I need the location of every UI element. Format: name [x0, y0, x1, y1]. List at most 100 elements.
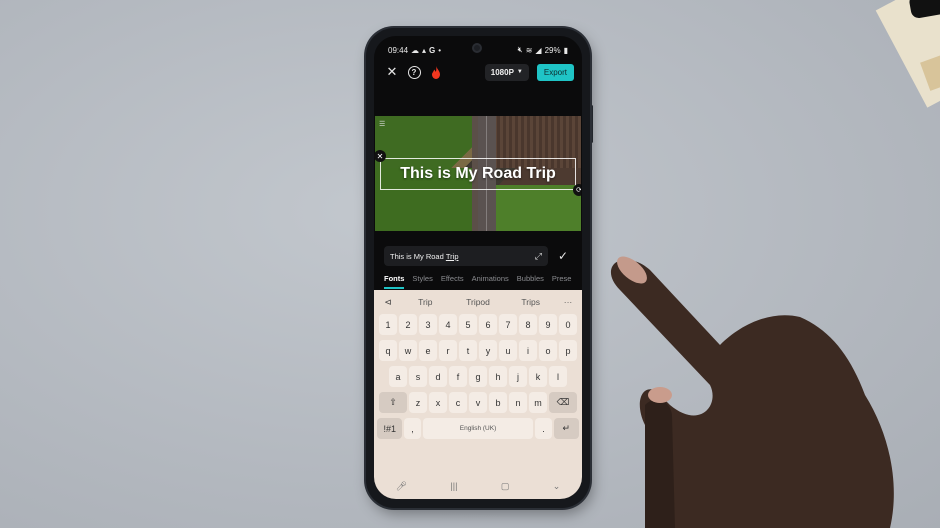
tab-fonts[interactable]: Fonts	[384, 272, 405, 290]
clock: 09:44	[388, 45, 409, 55]
key[interactable]: 0	[559, 314, 577, 335]
key-row-1: q w e r t y u i o p	[377, 340, 579, 361]
key[interactable]: 1	[379, 314, 397, 335]
tab-bubbles[interactable]: Bubbles	[517, 272, 544, 290]
confirm-button[interactable]: ✓	[552, 249, 574, 263]
key[interactable]: 3	[419, 314, 437, 335]
key[interactable]: s	[409, 366, 427, 387]
battery-level: 29%	[544, 45, 561, 55]
key[interactable]: n	[509, 392, 527, 413]
text-overlay-box[interactable]: This is My Road Trip	[380, 158, 576, 190]
key[interactable]: i	[519, 340, 537, 361]
key[interactable]: y	[479, 340, 497, 361]
key[interactable]: x	[429, 392, 447, 413]
keyboard-toolbar-back-icon[interactable]: ⊲	[377, 297, 399, 308]
rotate-handle-icon[interactable]: ⟳	[573, 184, 581, 196]
comma-key[interactable]: ,	[404, 418, 421, 439]
editor-top-bar: ✕ ? 1080P ▼ Export	[382, 62, 574, 82]
key-row-3: ⇧ z x c v b n m ⌫	[377, 392, 579, 413]
navigation-bar: 🎤︎ ||| ▢ ⌄	[374, 477, 582, 495]
key[interactable]: 5	[459, 314, 477, 335]
key[interactable]: q	[379, 340, 397, 361]
key[interactable]: d	[429, 366, 447, 387]
key[interactable]: g	[469, 366, 487, 387]
caret-down-icon: ▼	[516, 69, 523, 75]
layers-icon[interactable]: ☰	[379, 120, 385, 128]
paper	[875, 0, 940, 108]
hand	[610, 256, 894, 528]
enter-key[interactable]: ↵	[553, 418, 579, 439]
space-key[interactable]: English (UK)	[422, 418, 534, 439]
tab-styles[interactable]: Styles	[412, 272, 432, 290]
tab-animations[interactable]: Animations	[472, 272, 509, 290]
preview-field	[488, 185, 581, 231]
recents-icon[interactable]: |||	[450, 481, 457, 491]
key[interactable]: b	[489, 392, 507, 413]
period-key[interactable]: .	[535, 418, 552, 439]
help-icon: ?	[407, 65, 421, 79]
key[interactable]: w	[399, 340, 417, 361]
key[interactable]: t	[459, 340, 477, 361]
battery-icon: ▮	[563, 45, 568, 55]
phone-screen: 09:44 ☁ ▴ G • 🔇︎ ≋ ◢ 29% ▮ ✕ ? 1080P ▼ E…	[374, 36, 582, 499]
video-preview[interactable]: ☰ This is My Road Trip ⟳	[375, 116, 581, 231]
key[interactable]: r	[439, 340, 457, 361]
key-row-numbers: 1 2 3 4 5 6 7 8 9 0	[377, 314, 579, 335]
close-icon: ✕	[386, 64, 398, 79]
key[interactable]: o	[539, 340, 557, 361]
key[interactable]: j	[509, 366, 527, 387]
suggestion-bar: ⊲ Trip Tripod Trips ···	[377, 290, 579, 314]
key[interactable]: f	[449, 366, 467, 387]
key[interactable]: e	[419, 340, 437, 361]
key[interactable]: v	[469, 392, 487, 413]
keyboard: ⊲ Trip Tripod Trips ··· 1 2 3 4 5 6 7 8 …	[374, 290, 582, 499]
key[interactable]: 7	[499, 314, 517, 335]
close-button[interactable]: ✕	[382, 62, 402, 82]
back-icon[interactable]: ⌄	[553, 481, 561, 492]
signal-icon: ▴	[422, 45, 427, 55]
remove-text-icon[interactable]: ✕	[374, 150, 386, 162]
key[interactable]: 6	[479, 314, 497, 335]
resolution-dropdown[interactable]: 1080P ▼	[484, 63, 529, 81]
suggestion[interactable]: Tripod	[452, 297, 505, 307]
key[interactable]: z	[409, 392, 427, 413]
google-icon: G	[429, 45, 436, 55]
key[interactable]: h	[489, 366, 507, 387]
help-button[interactable]: ?	[404, 62, 424, 82]
key[interactable]: p	[559, 340, 577, 361]
home-icon[interactable]: ▢	[501, 481, 510, 492]
key[interactable]: c	[449, 392, 467, 413]
backspace-key[interactable]: ⌫	[549, 392, 577, 413]
more-icon[interactable]: ···	[557, 297, 579, 307]
key[interactable]: k	[529, 366, 547, 387]
tab-presets[interactable]: Prese	[552, 272, 572, 290]
wifi-icon: ≋	[525, 45, 533, 55]
text-input[interactable]: This is My Road Trip ⤢	[384, 246, 548, 266]
shift-key[interactable]: ⇧	[379, 392, 407, 413]
key-row-bottom: !#1 , English (UK) . ↵	[377, 418, 579, 439]
cloud-icon: ☁	[411, 45, 420, 55]
key[interactable]: l	[549, 366, 567, 387]
key[interactable]: u	[499, 340, 517, 361]
suggestion[interactable]: Trip	[399, 297, 452, 307]
key[interactable]: 4	[439, 314, 457, 335]
suggestion[interactable]: Trips	[504, 297, 557, 307]
key[interactable]: 2	[399, 314, 417, 335]
shift-icon: ⇧	[389, 397, 397, 407]
expand-icon[interactable]: ⤢	[535, 251, 542, 262]
status-bar: 09:44 ☁ ▴ G • 🔇︎ ≋ ◢ 29% ▮	[388, 44, 568, 56]
flame-icon	[432, 65, 440, 79]
flame-button[interactable]	[426, 62, 446, 82]
mic-icon[interactable]: 🎤︎	[396, 481, 407, 492]
export-button[interactable]: Export	[536, 63, 574, 81]
dot-icon: •	[438, 45, 442, 55]
text-input-value: This is My Road	[390, 251, 446, 261]
overlay-text: This is My Road Trip	[400, 165, 556, 182]
key[interactable]: 9	[539, 314, 557, 335]
key[interactable]: m	[529, 392, 547, 413]
symbols-key[interactable]: !#1	[377, 418, 403, 439]
enter-icon: ↵	[562, 423, 571, 433]
key[interactable]: 8	[519, 314, 537, 335]
key[interactable]: a	[389, 366, 407, 387]
tab-effects[interactable]: Effects	[441, 272, 464, 290]
